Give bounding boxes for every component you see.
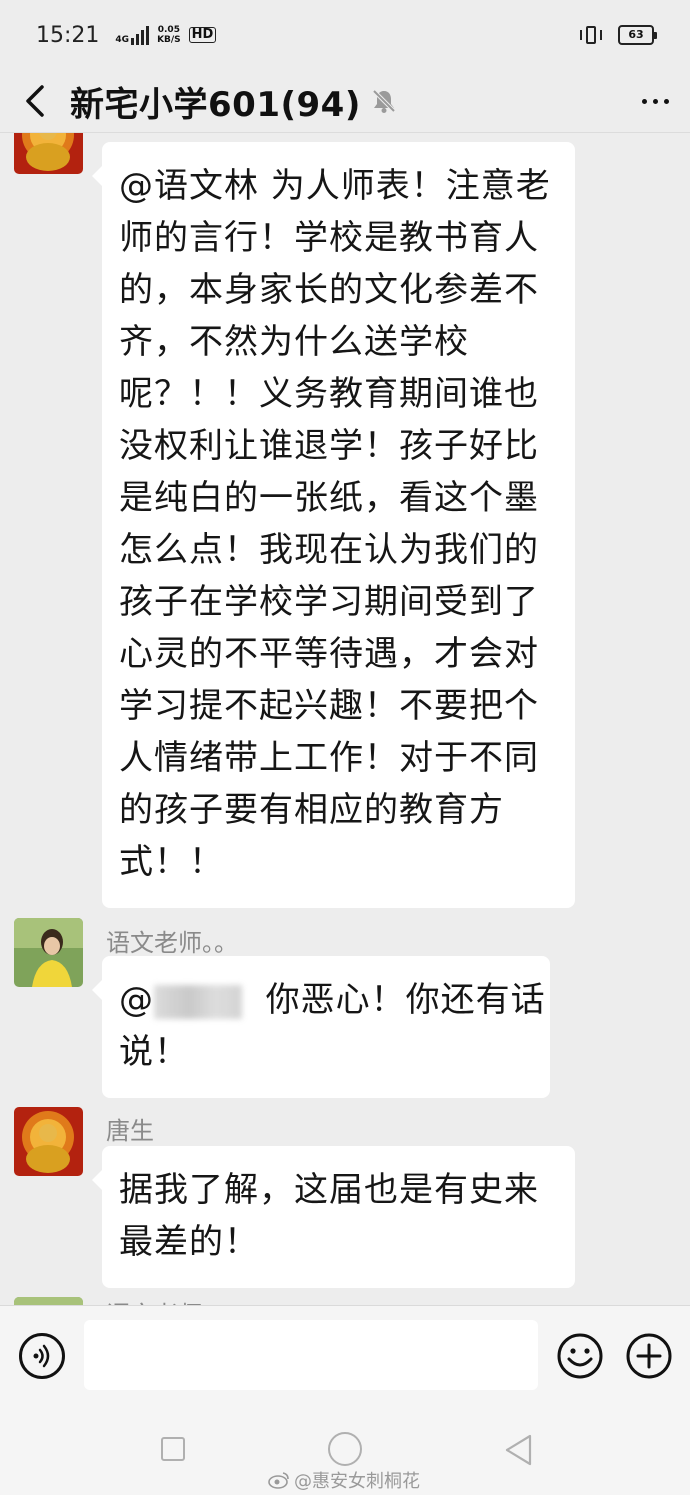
emoji-button[interactable] [557, 1333, 603, 1379]
message-line: 齐，不然为什么送学校 [119, 322, 469, 362]
message-bubble[interactable]: 据我了解，这届也是有史来 最差的！ [92, 1146, 575, 1288]
sender-name: 语文老师 [106, 1295, 202, 1305]
avatar-teacher[interactable] [14, 918, 83, 987]
message-bubble[interactable]: @ 你恶心！你还有话 说！ [92, 956, 550, 1098]
speed-value: 0.05 [157, 25, 180, 35]
watermark-text: @惠安女刺桐花 [294, 1471, 420, 1492]
chat-header: 新宅小学601(94) [0, 70, 690, 132]
message-line: 据我了解，这届也是有史来 [119, 1170, 539, 1210]
home-button[interactable] [328, 1432, 362, 1466]
redacted-name [154, 984, 242, 1019]
weibo-logo-icon [268, 1472, 289, 1489]
dot-icon [663, 98, 669, 104]
status-indicators: 4G 0.05 KB/S HD [115, 25, 217, 45]
sender-name: 唐生 [106, 1117, 154, 1145]
message-input[interactable] [84, 1320, 538, 1390]
message-line: 式！！ [119, 842, 224, 882]
avatar-buddha[interactable] [14, 1107, 83, 1176]
signal-icon: 4G [115, 25, 150, 45]
dot-icon [641, 98, 647, 104]
input-bar [0, 1305, 690, 1405]
avatar-teacher[interactable] [14, 1297, 83, 1305]
chat-title: 新宅小学601(94) [70, 84, 361, 125]
speed-unit: KB/S [157, 35, 181, 45]
watermark: @惠安女刺桐花 [268, 1467, 420, 1493]
message-line: 心灵的不平等待遇，才会对 [119, 634, 539, 674]
message-text: 你恶心！你还有话 [265, 980, 546, 1020]
message-line: 没权利让谁退学！孩子好比 [119, 426, 539, 466]
system-nav-bar: @惠安女刺桐花 [0, 1405, 690, 1495]
message-line: 是纯白的一张纸，看这个墨 [119, 478, 539, 518]
message-line: 师的言行！学校是教书育人 [119, 218, 539, 258]
network-type-label: 4G [115, 35, 130, 45]
battery-icon: 63 [618, 25, 657, 45]
sender-name: 语文老师。。 [106, 929, 238, 957]
message-line: 的孩子要有相应的教育方 [119, 790, 504, 830]
message-line: 学习提不起兴趣！不要把个 [119, 686, 539, 726]
back-triangle-button[interactable] [503, 1433, 533, 1467]
message-line: 呢？！！义务教育期间谁也 [119, 374, 539, 414]
message-line: 最差的！ [119, 1222, 259, 1262]
message-line: @语文林 为人师表！注意老 [119, 166, 551, 206]
message-line: 说！ [119, 1032, 189, 1072]
plus-button[interactable] [626, 1333, 672, 1379]
avatar-buddha[interactable] [14, 133, 83, 174]
status-bar: 15:21 4G 0.05 KB/S HD 63 [0, 0, 690, 70]
mention-prefix: @ [119, 980, 154, 1020]
chat-message-list[interactable]: @语文林 为人师表！注意老 师的言行！学校是教书育人 的，本身家长的文化参差不 … [0, 133, 690, 1305]
message-bubble[interactable]: @语文林 为人师表！注意老 师的言行！学校是教书育人 的，本身家长的文化参差不 … [92, 142, 575, 908]
voice-icon [33, 1344, 50, 1368]
recent-apps-button[interactable] [161, 1437, 185, 1461]
chevron-left-icon [26, 85, 44, 117]
back-button[interactable] [0, 70, 70, 132]
voice-input-button[interactable] [19, 1333, 65, 1379]
dot-icon [652, 98, 658, 104]
hd-call-icon: HD [188, 27, 217, 43]
message-line: @ 你恶心！你还有话 [119, 974, 545, 1026]
message-line: 孩子在学校学习期间受到了 [119, 582, 539, 622]
mute-bell-icon [372, 89, 396, 113]
network-speed: 0.05 KB/S [157, 25, 181, 45]
message-line: 的，本身家长的文化参差不 [119, 270, 539, 310]
status-time: 15:21 [36, 22, 100, 48]
message-line: 人情绪带上工作！对于不同 [119, 738, 539, 778]
vibrate-icon [578, 25, 604, 45]
more-options-button[interactable] [620, 70, 690, 132]
message-line: 怎么点！我现在认为我们的 [119, 530, 539, 570]
